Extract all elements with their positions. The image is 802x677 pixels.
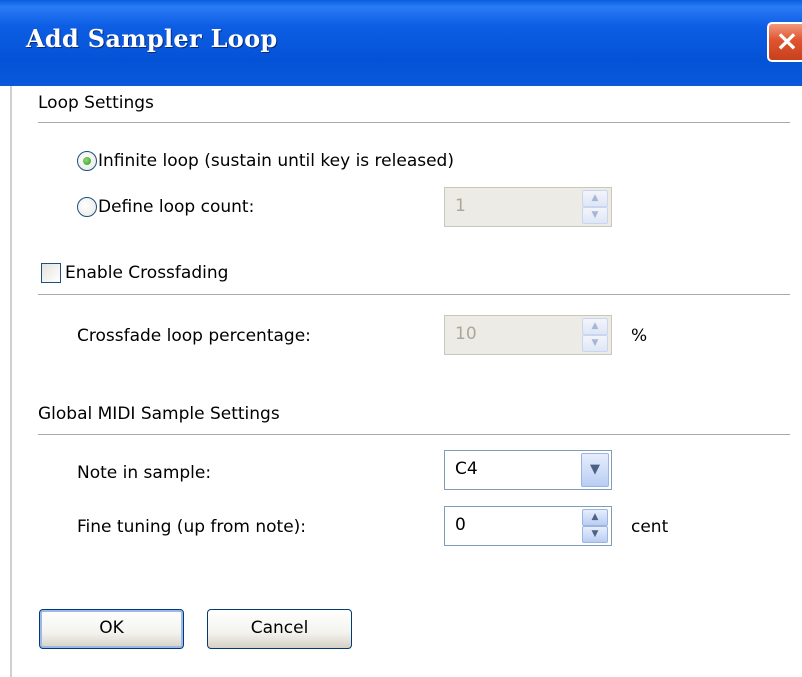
close-button[interactable]: ×: [767, 22, 802, 62]
crossfade-spin-buttons: ▲ ▼: [582, 318, 608, 352]
loop-settings-divider: [38, 122, 790, 123]
dialog-title: Add Sampler Loop: [26, 24, 278, 53]
dialog-left-border: [10, 86, 12, 677]
dialog-body: Loop Settings Infinite loop (sustain unt…: [0, 86, 802, 677]
enable-crossfading-checkbox[interactable]: [41, 263, 61, 283]
loop-count-spinner[interactable]: 1 ▲ ▼: [444, 187, 612, 227]
infinite-loop-label[interactable]: Infinite loop (sustain until key is rele…: [98, 151, 454, 171]
spin-down-icon[interactable]: ▼: [582, 207, 608, 224]
midi-settings-divider: [38, 434, 790, 435]
enable-crossfading-label[interactable]: Enable Crossfading: [65, 263, 228, 283]
define-loop-count-label[interactable]: Define loop count:: [98, 197, 254, 217]
fine-tuning-label: Fine tuning (up from note):: [77, 517, 307, 537]
fine-tuning-spin-buttons: ▲ ▼: [582, 509, 608, 543]
spin-up-icon[interactable]: ▲: [582, 190, 608, 207]
loop-count-value[interactable]: 1: [455, 196, 466, 216]
title-bar[interactable]: Add Sampler Loop ×: [0, 0, 802, 86]
spin-down-icon[interactable]: ▼: [582, 526, 608, 543]
spin-down-icon[interactable]: ▼: [582, 335, 608, 352]
fine-tuning-value[interactable]: 0: [455, 515, 466, 535]
close-icon: ×: [775, 24, 799, 57]
infinite-loop-radio[interactable]: [77, 151, 97, 171]
cancel-button[interactable]: Cancel: [207, 609, 352, 649]
midi-settings-heading: Global MIDI Sample Settings: [38, 404, 280, 424]
percent-unit-label: %: [631, 326, 648, 346]
crossfade-percentage-value[interactable]: 10: [455, 324, 477, 344]
chevron-down-icon[interactable]: ▼: [581, 453, 609, 487]
note-in-sample-value[interactable]: C4: [455, 459, 478, 479]
dialog-window: Add Sampler Loop × Loop Settings Infinit…: [0, 0, 802, 677]
note-in-sample-label: Note in sample:: [77, 463, 212, 483]
cent-unit-label: cent: [631, 517, 669, 537]
loop-count-spin-buttons: ▲ ▼: [582, 190, 608, 224]
crossfade-percentage-spinner[interactable]: 10 ▲ ▼: [444, 315, 612, 355]
crossfade-percentage-label: Crossfade loop percentage:: [77, 326, 311, 346]
spin-up-icon[interactable]: ▲: [582, 318, 608, 335]
ok-button[interactable]: OK: [39, 609, 184, 649]
loop-settings-heading: Loop Settings: [38, 93, 154, 113]
fine-tuning-spinner[interactable]: 0 ▲ ▼: [444, 506, 612, 546]
spin-up-icon[interactable]: ▲: [582, 509, 608, 526]
note-in-sample-dropdown[interactable]: C4 ▼: [444, 450, 612, 490]
define-loop-count-radio[interactable]: [77, 197, 97, 217]
radio-selected-dot: [83, 157, 91, 165]
crossfade-divider: [38, 294, 790, 295]
